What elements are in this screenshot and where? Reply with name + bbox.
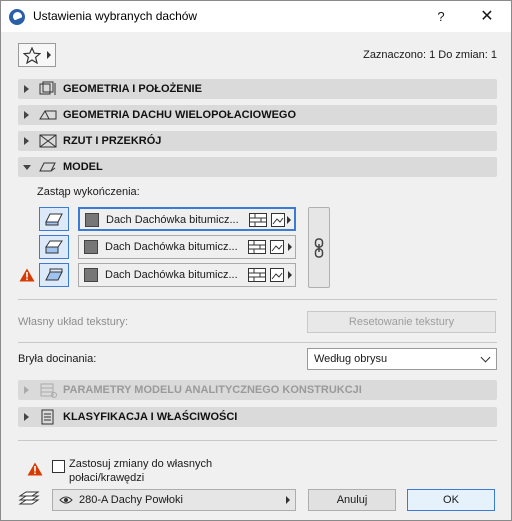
material-name: Dach Dachówka bitumicz...: [106, 214, 239, 226]
favorites-arrow-icon: [47, 51, 51, 59]
texture-image-icon: [270, 268, 284, 282]
apply-to-custom-planes-label: Zastosuj zmiany do własnych: [69, 458, 213, 470]
divider: [18, 342, 497, 343]
star-icon: [23, 47, 41, 64]
dropdown-arrow-icon: [286, 496, 290, 504]
apply-to-custom-planes-label-2: połaci/krawędzi: [69, 472, 145, 484]
plan-section-icon: [39, 134, 57, 148]
favorites-button[interactable]: [18, 43, 56, 67]
warning-icon: [27, 462, 43, 476]
override-surfaces-label: Zastąp wykończenia:: [37, 186, 140, 198]
section-label: PARAMETRY MODELU ANALITYCZNEGO KONSTRUKC…: [63, 384, 362, 396]
expand-arrow-icon: [24, 386, 29, 394]
dropdown-arrow-icon: [288, 271, 292, 279]
top-surface-button[interactable]: [39, 207, 69, 231]
side-surface-button[interactable]: [39, 235, 69, 259]
warning-icon: [19, 268, 35, 282]
section-label: KLASYFIKACJA I WŁAŚCIWOŚCI: [63, 411, 238, 423]
surface-select-bottom[interactable]: Dach Dachówka bitumicz...: [78, 263, 296, 287]
section-label: GEOMETRIA I POŁOŻENIE: [63, 83, 202, 95]
section-label: MODEL: [63, 161, 103, 173]
chain-link-icon: [314, 238, 324, 258]
section-analytical-model[interactable]: PARAMETRY MODELU ANALITYCZNEGO KONSTRUKC…: [18, 380, 497, 400]
divider: [18, 440, 497, 441]
brick-pattern-icon: [249, 213, 267, 227]
material-swatch: [84, 240, 98, 254]
expand-arrow-icon: [24, 85, 29, 93]
trim-body-value: Według obrysu: [314, 353, 388, 365]
section-label: RZUT I PRZEKRÓJ: [63, 135, 162, 147]
section-model[interactable]: MODEL: [18, 157, 497, 177]
material-swatch: [85, 213, 99, 227]
model-icon: [39, 162, 56, 172]
divider: [18, 299, 497, 300]
window-title: Ustawienia wybranych dachów: [33, 9, 198, 23]
texture-alignment-label: Własny układ tekstury:: [18, 316, 129, 328]
expand-arrow-icon: [24, 137, 29, 145]
texture-image-icon: [270, 240, 284, 254]
selection-info: Zaznaczono: 1 Do zmian: 1: [363, 49, 497, 61]
dropdown-arrow-icon: [287, 216, 291, 224]
app-icon: [9, 9, 25, 25]
apply-to-custom-planes-checkbox[interactable]: [52, 460, 65, 473]
roof-side-surface-icon: [45, 240, 63, 254]
section-plan-section[interactable]: RZUT I PRZEKRÓJ: [18, 131, 497, 151]
section-label: GEOMETRIA DACHU WIELOPOŁACIOWEGO: [63, 109, 297, 121]
trim-body-label: Bryła docinania:: [18, 353, 97, 365]
roof-top-surface-icon: [45, 213, 63, 226]
multiplane-roof-icon: [39, 110, 57, 120]
layer-select[interactable]: 280-A Dachy Powłoki: [52, 489, 296, 511]
ok-button[interactable]: OK: [407, 489, 495, 511]
title-bar: Ustawienia wybranych dachów ? ✕: [1, 1, 511, 32]
expand-arrow-icon: [24, 413, 29, 421]
chevron-down-icon: [480, 352, 491, 363]
bottom-surface-button[interactable]: [39, 263, 69, 287]
expand-arrow-icon: [24, 111, 29, 119]
roof-bottom-surface-icon: [45, 268, 63, 281]
section-geometry[interactable]: GEOMETRIA I POŁOŻENIE: [18, 79, 497, 99]
dialog-content: Zaznaczono: 1 Do zmian: 1 GEOMETRIA I PO…: [1, 32, 511, 520]
collapse-arrow-icon: [23, 165, 31, 170]
dialog-window: Ustawienia wybranych dachów ? ✕ Zaznaczo…: [0, 0, 512, 521]
texture-image-icon: [271, 213, 285, 227]
dropdown-arrow-icon: [288, 243, 292, 251]
section-classification[interactable]: KLASYFIKACJA I WŁAŚCIWOŚCI: [18, 407, 497, 427]
material-swatch: [84, 268, 98, 282]
material-name: Dach Dachówka bitumicz...: [105, 269, 238, 281]
brick-pattern-icon: [248, 268, 266, 282]
trim-body-select[interactable]: Według obrysu: [307, 348, 497, 370]
surface-select-side[interactable]: Dach Dachówka bitumicz...: [78, 235, 296, 259]
material-name: Dach Dachówka bitumicz...: [105, 241, 238, 253]
layers-icon: [18, 491, 40, 505]
geometry-position-icon: [39, 81, 56, 95]
eye-icon: [59, 496, 73, 504]
layer-value: 280-A Dachy Powłoki: [79, 494, 183, 506]
brick-pattern-icon: [248, 240, 266, 254]
link-surfaces-button[interactable]: [308, 207, 330, 288]
analytical-model-icon: [40, 383, 57, 398]
cancel-button[interactable]: Anuluj: [308, 489, 396, 511]
reset-texture-button[interactable]: Resetowanie tekstury: [307, 311, 496, 333]
section-roof-geometry[interactable]: GEOMETRIA DACHU WIELOPOŁACIOWEGO: [18, 105, 497, 125]
surface-select-top[interactable]: Dach Dachówka bitumicz...: [78, 207, 296, 231]
close-button[interactable]: ✕: [469, 6, 505, 28]
help-button[interactable]: ?: [423, 6, 459, 28]
classification-icon: [41, 409, 54, 425]
